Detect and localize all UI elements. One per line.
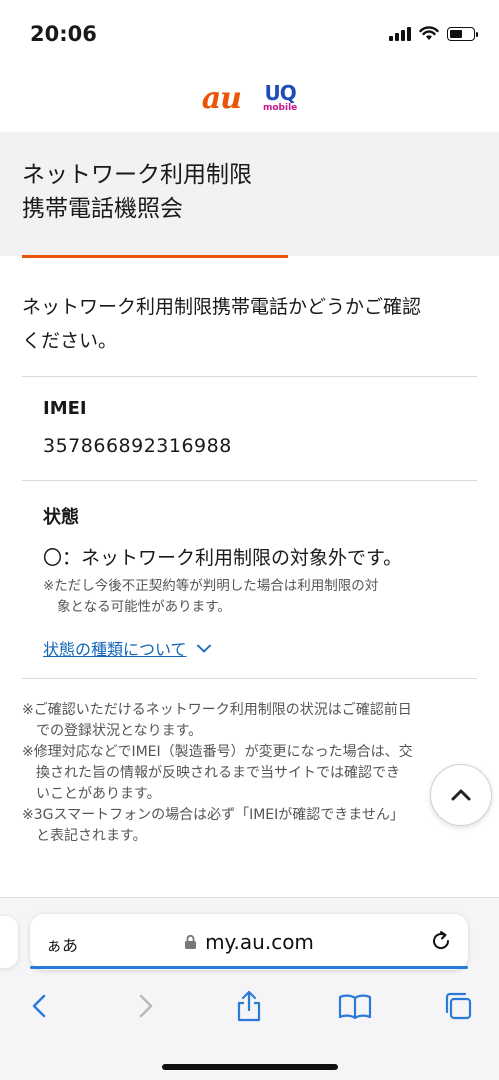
note-line: ※修理対応などでIMEI（製造番号）が変更になった場合は、交	[22, 744, 413, 760]
bookmarks-icon	[338, 994, 372, 1019]
page-load-progress	[30, 966, 468, 969]
page-title: ネットワーク利用制限 携帯電話機照会	[0, 132, 499, 256]
uq-logo-sub: mobile	[262, 103, 298, 113]
note-line: での登録状況となります。	[36, 723, 203, 739]
note-line: と表記されます。	[36, 828, 147, 844]
note-line: いことがあります。	[36, 786, 161, 802]
status-types-link[interactable]: 状態の種類について	[43, 636, 473, 660]
status-time: 20:06	[30, 22, 97, 46]
title-accent-underline	[22, 255, 288, 258]
au-logo: au	[201, 80, 242, 116]
note-line: ※ご確認いただけるネットワーク利用制限の状況はご確認前日	[22, 702, 412, 718]
wifi-icon	[419, 26, 439, 40]
status-section: 状態 〇：ネットワーク利用制限の対象外です。 ※ただし今後不正契約等が判明した場…	[43, 503, 473, 660]
note-item: ※ご確認いただけるネットワーク利用制限の状況はご確認前日 での登録状況となります…	[22, 700, 477, 742]
battery-level	[450, 29, 463, 38]
chevron-down-icon	[196, 644, 211, 653]
uq-logo-text: UQ	[264, 81, 297, 105]
previous-tab-peek[interactable]	[0, 916, 18, 968]
bookmarks-button[interactable]	[335, 986, 375, 1026]
imei-value: 357866892316988	[43, 435, 232, 457]
chevron-up-icon	[451, 789, 471, 801]
lock-icon	[185, 934, 197, 949]
intro-text: ネットワーク利用制限携帯電話かどうかご確認 ください。	[22, 290, 477, 358]
intro-line1: ネットワーク利用制限携帯電話かどうかご確認	[22, 296, 422, 318]
status-bar: 20:06	[0, 0, 499, 70]
share-button[interactable]	[229, 986, 269, 1026]
tabs-icon	[445, 992, 472, 1020]
divider	[22, 376, 477, 377]
battery-icon	[447, 26, 478, 41]
reload-icon[interactable]	[428, 928, 454, 954]
intro-line2: ください。	[22, 330, 118, 352]
home-indicator	[162, 1064, 338, 1070]
forward-icon	[139, 994, 153, 1018]
browser-chrome: ぁあ my.au.com	[0, 897, 499, 1080]
status-label: 状態	[43, 507, 79, 528]
address-bar[interactable]: ぁあ my.au.com	[30, 914, 468, 970]
page-title-line2: 携帯電話機照会	[22, 196, 183, 222]
note-line: ※3Gスマートフォンの場合は必ず「IMEIが確認できません」	[22, 807, 404, 823]
notes-list: ※ご確認いただけるネットワーク利用制限の状況はご確認前日 での登録状況となります…	[22, 700, 477, 847]
divider	[22, 480, 477, 481]
page-title-line1: ネットワーク利用制限	[22, 162, 252, 188]
divider	[22, 678, 477, 679]
back-button[interactable]	[19, 986, 59, 1026]
scroll-to-top-button[interactable]	[430, 764, 492, 826]
browser-toolbar	[0, 986, 499, 1026]
url-text[interactable]: my.au.com	[205, 930, 314, 954]
uq-mobile-logo: UQ mobile	[263, 83, 297, 113]
status-note-line1: ※ただし今後不正契約等が判明した場合は利用制限の対	[43, 578, 379, 594]
status-result: 〇：ネットワーク利用制限の対象外です。	[43, 547, 403, 569]
note-line: 換された旨の情報が反映されるまで当サイトでは確認でき	[36, 765, 400, 781]
forward-button[interactable]	[126, 986, 166, 1026]
share-icon	[237, 990, 261, 1022]
cellular-signal-icon	[389, 26, 411, 41]
brand-logos: au UQ mobile	[0, 78, 499, 118]
imei-section: IMEI 357866892316988	[43, 398, 473, 457]
imei-label: IMEI	[43, 398, 87, 419]
tabs-button[interactable]	[438, 986, 478, 1026]
note-item: ※3Gスマートフォンの場合は必ず「IMEIが確認できません」 と表記されます。	[22, 805, 477, 847]
status-note-line2: 象となる可能性があります。	[57, 599, 231, 615]
back-icon	[32, 994, 46, 1018]
status-types-link-label[interactable]: 状態の種類について	[43, 636, 187, 660]
status-icons	[389, 26, 478, 41]
url-display[interactable]: my.au.com	[30, 914, 468, 970]
note-item: ※修理対応などでIMEI（製造番号）が変更になった場合は、交 換された旨の情報が…	[22, 742, 477, 805]
status-note: ※ただし今後不正契約等が判明した場合は利用制限の対 象となる可能性があります。	[43, 576, 473, 618]
